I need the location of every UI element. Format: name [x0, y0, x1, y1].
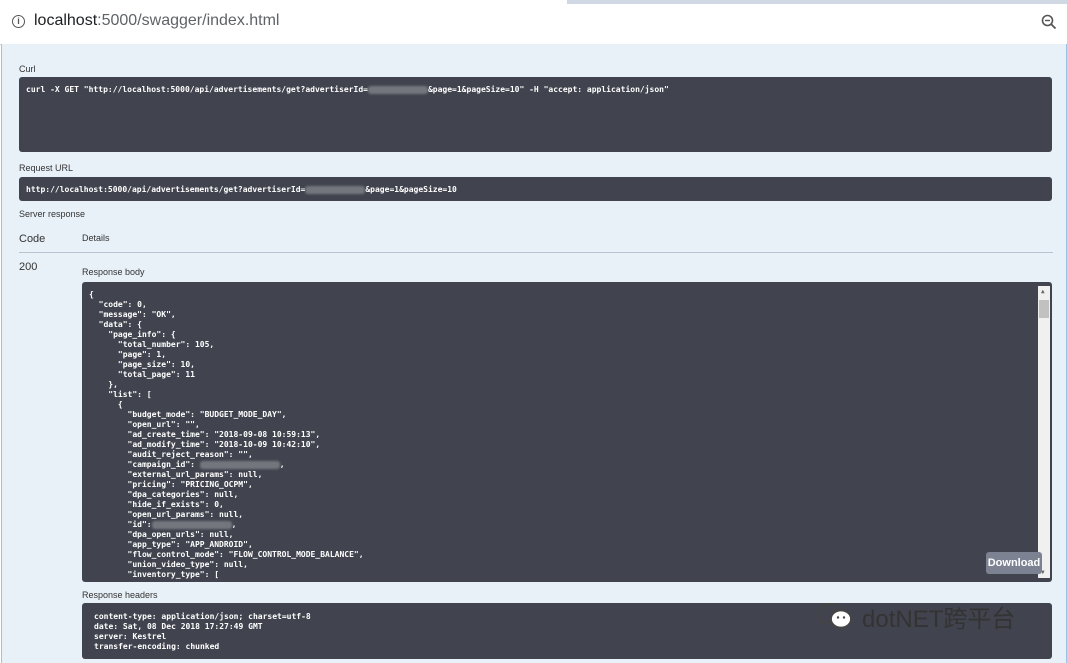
url-text[interactable]: localhost:5000/swagger/index.html	[34, 12, 279, 30]
code-line: "ad_modify_time": "2018-10-09 10:42:10",	[89, 440, 321, 449]
code-line: },	[89, 380, 118, 389]
code-line: "page_info": {	[89, 330, 176, 339]
code-line: "total_page": 11	[89, 370, 195, 379]
code-line: "page": 1,	[89, 350, 167, 359]
url-path: :5000/swagger/index.html	[97, 12, 280, 29]
top-strip	[567, 0, 1067, 4]
swagger-panel: Curl curl -X GET "http://localhost:5000/…	[1, 44, 1067, 663]
code-line: "pricing": "PRICING_OCPM",	[89, 480, 253, 489]
code-line: "code": 0,	[89, 300, 147, 309]
redacted-value	[199, 460, 280, 469]
column-details: Details	[82, 233, 110, 243]
code-line: "id":,	[89, 520, 237, 529]
code-line: {	[89, 400, 123, 409]
code-line: "budget_mode": "BUDGET_MODE_DAY",	[89, 410, 287, 419]
redacted-value	[151, 520, 232, 529]
request-url-label: Request URL	[19, 163, 74, 173]
column-code: Code	[19, 233, 46, 245]
request-url-suffix: &page=1&pageSize=10	[365, 185, 457, 194]
code-line: "inventory_type": [	[89, 570, 220, 579]
code-line: "flow_control_mode": "FLOW_CONTROL_MODE_…	[89, 550, 364, 559]
redacted-value	[367, 85, 428, 94]
code-line: "audit_reject_reason": "",	[89, 450, 253, 459]
request-url-prefix: http://localhost:5000/api/advertisements…	[26, 185, 306, 194]
code-line: "message": "OK",	[89, 310, 176, 319]
url-host: localhost	[34, 12, 98, 29]
response-headers-label: Response headers	[82, 590, 158, 600]
code-line: {	[89, 290, 94, 299]
code-line: transfer-encoding: chunked	[94, 642, 220, 651]
watermark: dotNET跨平台	[816, 596, 1036, 636]
code-line: "open_url_params": null,	[89, 510, 244, 519]
code-line: "hide_if_exists": 0,	[89, 500, 224, 509]
scroll-thumb[interactable]	[1039, 300, 1049, 318]
response-table-header: Code Details	[19, 230, 1053, 253]
request-url-box[interactable]: http://localhost:5000/api/advertisements…	[19, 177, 1052, 201]
code-line: "open_url": "",	[89, 420, 200, 429]
code-line: "campaign_id": ,	[89, 460, 285, 469]
redacted-value	[305, 185, 366, 194]
curl-command: curl -X GET "http://localhost:5000/api/a…	[26, 85, 669, 94]
browser-address-bar[interactable]: i localhost:5000/swagger/index.html	[0, 0, 1067, 45]
response-body-box[interactable]: { "code": 0, "message": "OK", "data": { …	[82, 282, 1052, 582]
code-line: "app_type": "APP_ANDROID",	[89, 540, 253, 549]
curl-box[interactable]: curl -X GET "http://localhost:5000/api/a…	[19, 77, 1052, 152]
code-line: "total_number": 105,	[89, 340, 215, 349]
wechat-icon	[817, 603, 852, 629]
code-line: "union_video_type": null,	[89, 560, 248, 569]
watermark-text: dotNET跨平台	[862, 605, 1016, 633]
server-response-label: Server response	[19, 209, 86, 219]
curl-cmd-prefix: curl -X GET "http://localhost:5000/api/a…	[26, 85, 368, 94]
response-body-json: { "code": 0, "message": "OK", "data": { …	[89, 290, 1032, 580]
response-code: 200	[19, 261, 38, 273]
vertical-scrollbar[interactable]: ▲ ▼	[1038, 286, 1050, 578]
response-body-label: Response body	[82, 267, 145, 277]
request-url-text: http://localhost:5000/api/advertisements…	[26, 185, 457, 194]
code-line: "list": [	[89, 390, 152, 399]
code-line: "ad_create_time": "2018-09-08 10:59:13",	[89, 430, 321, 439]
code-line: "dpa_categories": null,	[89, 490, 239, 499]
code-line: "data": {	[89, 320, 142, 329]
scroll-up-icon[interactable]: ▲	[1041, 288, 1045, 295]
code-line: "page_size": 10,	[89, 360, 195, 369]
info-icon[interactable]: i	[12, 15, 25, 28]
code-line: "dpa_open_urls": null,	[89, 530, 234, 539]
download-button[interactable]: Download	[986, 552, 1042, 574]
curl-cmd-suffix: &page=1&pageSize=10" -H "accept: applica…	[427, 85, 669, 94]
zoom-icon[interactable]	[1041, 14, 1057, 30]
code-line: "external_url_params": null,	[89, 470, 263, 479]
curl-label: Curl	[19, 64, 36, 74]
